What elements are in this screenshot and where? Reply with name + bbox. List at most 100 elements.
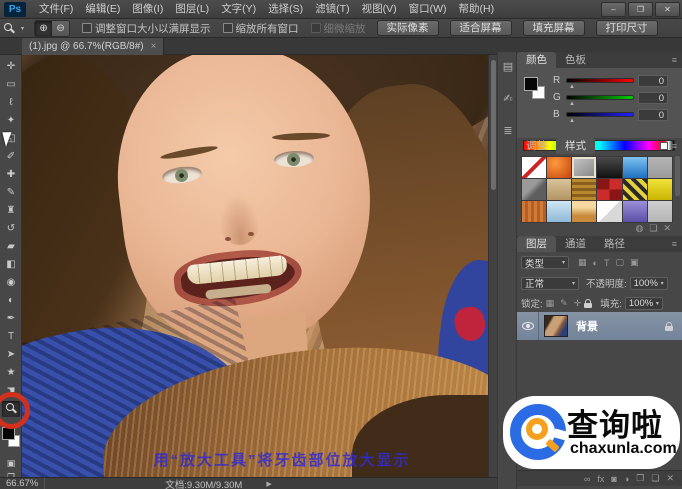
style-swatch[interactable] [547,179,571,200]
menu-file[interactable]: 文件(F) [33,0,79,19]
canvas[interactable]: 用“放大工具”将牙齿部位放大显示 [22,55,488,477]
shape-tool[interactable]: ★ [2,365,20,381]
style-swatch[interactable] [597,157,621,178]
slider-marker-icon[interactable]: ▲ [569,118,575,124]
lock-paint-icon[interactable]: ✎ [560,298,568,309]
menu-filter[interactable]: 滤镜(T) [309,0,355,19]
style-swatch[interactable] [597,179,621,200]
green-slider[interactable]: ▲ [566,95,634,100]
red-value-field[interactable]: 0 [638,75,668,87]
delete-layer-icon[interactable]: ✕ [666,473,674,484]
blue-value-field[interactable]: 0 [638,109,668,121]
blue-slider[interactable]: ▲ [566,112,634,117]
lock-move-icon[interactable]: ✛ [574,298,582,309]
menu-layer[interactable]: 图层(L) [169,0,215,19]
path-selection-tool[interactable]: ➤ [2,347,20,363]
brush-tool[interactable]: ✎ [2,185,20,201]
move-tool[interactable]: ✛ [2,59,20,75]
menu-edit[interactable]: 编辑(E) [79,0,126,19]
checkbox-zoom-all-windows[interactable]: 缩放所有窗口 [223,21,299,36]
layer-filter-dropdown[interactable]: 类型▾ [521,256,569,269]
canvas-scrollbar[interactable] [488,55,497,477]
checkbox-box[interactable] [82,23,92,33]
menu-view[interactable]: 视图(V) [356,0,403,19]
history-brush-tool[interactable]: ↺ [2,221,20,237]
menu-image[interactable]: 图像(I) [126,0,169,19]
new-layer-icon[interactable]: ❏ [651,473,659,484]
style-swatch[interactable] [623,201,647,222]
quick-selection-tool[interactable]: ✦ [2,113,20,129]
actual-pixels-button[interactable]: 实际像素 [377,20,439,36]
layer-group-icon[interactable]: ❐ [636,473,644,484]
tab-color[interactable]: 颜色 [517,52,556,68]
minimize-button[interactable]: – [601,2,626,17]
zoom-in-button[interactable]: ⊕ [35,21,52,36]
style-swatch[interactable] [648,201,672,222]
filter-adjustment-icon[interactable]: ◐ [593,258,598,268]
delete-style-icon[interactable]: ✕ [663,223,677,233]
panel-menu-icon[interactable]: ≡ [672,138,682,154]
slider-marker-icon[interactable]: ▲ [569,101,575,107]
style-swatch[interactable] [522,179,546,200]
style-swatch[interactable] [572,179,596,200]
style-swatch-selected[interactable] [572,157,596,178]
blur-tool[interactable]: ◉ [2,275,20,291]
dodge-tool[interactable]: ◐ [2,293,20,309]
menu-window[interactable]: 窗口(W) [403,0,453,19]
layer-thumbnail[interactable] [544,315,568,337]
status-options-arrow-icon[interactable]: ▶ [266,480,271,488]
style-swatch[interactable] [547,201,571,222]
style-swatch[interactable] [522,201,546,222]
style-swatch[interactable] [648,179,672,200]
clear-style-icon[interactable]: ◍ [636,223,650,233]
menu-select[interactable]: 选择(S) [262,0,309,19]
menu-help[interactable]: 帮助(H) [453,0,501,19]
styles-scrollbar[interactable] [675,156,680,196]
new-style-icon[interactable]: ❏ [649,223,663,233]
document-tab[interactable]: (1).jpg @ 66.7%(RGB/8#) × [22,38,164,55]
lock-transparent-icon[interactable]: ▦ [546,298,555,309]
panel-menu-icon[interactable]: ≡ [672,52,682,68]
link-layers-icon[interactable]: ∞ [584,474,590,484]
type-tool[interactable]: T [2,329,20,345]
marquee-tool[interactable]: ▭ [2,77,20,93]
layer-row-background[interactable]: 背景 [517,312,682,340]
red-slider[interactable]: ▲ [566,78,634,83]
filter-smart-icon[interactable]: ▣ [630,257,639,268]
slider-marker-icon[interactable]: ▲ [569,84,575,90]
checkbox-resize-windows[interactable]: 调整窗口大小以满屏显示 [82,21,211,36]
layer-visibility-toggle[interactable] [517,312,539,340]
panel-menu-icon[interactable]: ≡ [672,236,682,252]
green-value-field[interactable]: 0 [638,92,668,104]
zoom-level-field[interactable]: 66.67% [0,478,45,489]
lasso-tool[interactable]: ℓ [2,95,20,111]
pen-tool[interactable]: ✒ [2,311,20,327]
collapsed-panel-icon-1[interactable]: ▤ [501,60,515,73]
scrollbar-thumb[interactable] [491,60,496,190]
gradient-tool[interactable]: ◧ [2,257,20,273]
fill-field[interactable]: 100%▾ [625,297,663,310]
checkbox-box[interactable] [223,23,233,33]
collapsed-panel-icon-3[interactable]: ≣ [501,124,515,137]
tool-preset-caret-icon[interactable]: ▾ [21,25,24,32]
menu-type[interactable]: 文字(Y) [215,0,262,19]
tab-close-icon[interactable]: × [151,41,157,52]
style-swatch[interactable] [623,179,647,200]
healing-brush-tool[interactable]: ✚ [2,167,20,183]
filter-shape-icon[interactable]: ▢ [615,257,624,268]
tab-styles[interactable]: 样式 [556,138,595,154]
adjustment-layer-icon[interactable]: ◑ [624,474,629,484]
eyedropper-tool[interactable]: ✐ [2,149,20,165]
tab-adjustments[interactable]: 调整 [517,138,556,154]
tab-swatches[interactable]: 色板 [556,52,595,68]
tab-paths[interactable]: 路径 [595,236,634,252]
print-size-button[interactable]: 打印尺寸 [596,20,658,36]
style-swatch[interactable] [547,157,571,178]
layer-effects-icon[interactable]: fx [597,474,604,484]
eraser-tool[interactable]: ▰ [2,239,20,255]
blend-mode-dropdown[interactable]: 正常▾ [521,277,579,290]
layer-mask-icon[interactable]: ◙ [611,474,616,484]
tab-channels[interactable]: 通道 [556,236,595,252]
style-swatch[interactable] [572,201,596,222]
collapsed-panel-icon-2[interactable]: ✍ [501,92,515,105]
